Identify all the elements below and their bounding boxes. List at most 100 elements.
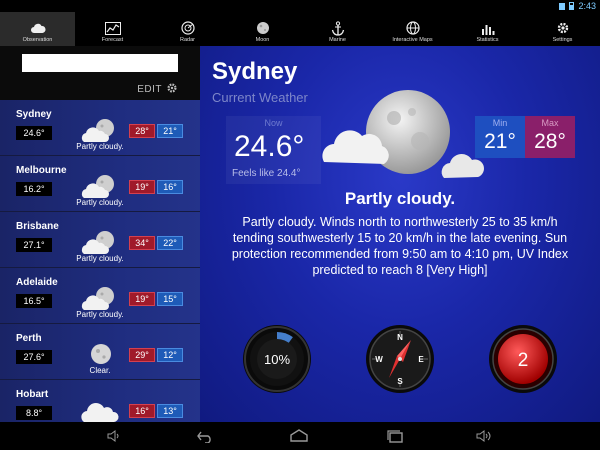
volume-down-button[interactable] <box>104 426 126 446</box>
partly-cloudy-icon <box>81 175 114 198</box>
city-max-temp: 34° <box>129 236 155 250</box>
city-item-melbourne[interactable]: Melbourne 16.2° Partly cloudy. 19° 16° <box>0 156 200 212</box>
city-list: Sydney 24.6° Partly cloudy. 28° 21° Melb… <box>0 100 200 422</box>
navigation-bar <box>0 422 600 450</box>
recent-apps-button[interactable] <box>384 426 406 446</box>
page-title: Sydney <box>212 58 298 85</box>
partly-cloudy-icon <box>81 287 114 310</box>
back-button[interactable] <box>194 426 216 446</box>
city-name: Adelaide <box>16 277 58 288</box>
max-label: Max <box>541 118 559 128</box>
percentage-gauge[interactable]: 10% <box>242 324 312 394</box>
min-temp: 21° <box>484 130 516 153</box>
city-sidebar: EDIT Sydney 24.6° Partly cloudy. 28° 21°… <box>0 46 200 422</box>
home-icon <box>290 429 308 442</box>
city-temp: 27.1° <box>16 238 52 252</box>
anchor-icon <box>330 20 346 36</box>
tab-label: Statistics <box>476 37 499 43</box>
compass-north: N <box>397 333 403 342</box>
cloud-icon <box>81 403 119 422</box>
max-temp-box: Max 28° <box>525 116 575 158</box>
edit-label: EDIT <box>137 84 162 95</box>
tab-forecast[interactable]: Forecast <box>75 12 150 46</box>
uv-index-gauge[interactable]: 2 <box>488 324 558 394</box>
compass-south: S <box>397 377 403 386</box>
city-temp: 8.8° <box>16 406 52 420</box>
radar-icon <box>180 21 196 35</box>
city-search-input[interactable] <box>22 54 178 72</box>
city-item-brisbane[interactable]: Brisbane 27.1° Partly cloudy. 34° 22° <box>0 212 200 268</box>
gear-icon <box>166 82 178 97</box>
tab-marine[interactable]: Marine <box>300 12 375 46</box>
now-temp: 24.6° <box>234 130 305 163</box>
speaker-icon <box>476 430 491 442</box>
tab-moon[interactable]: Moon <box>225 12 300 46</box>
wind-compass[interactable]: N E S W <box>365 324 435 394</box>
tab-label: Interactive Maps <box>392 37 433 43</box>
current-weather-panel: Sydney Current Weather Now 24.6° Feels l… <box>200 46 600 422</box>
city-max-temp: 29° <box>129 348 155 362</box>
tab-label: Moon <box>255 37 270 43</box>
city-min-temp: 22° <box>157 236 183 250</box>
city-item-perth[interactable]: Perth 27.6° Clear. 29° 12° <box>0 324 200 380</box>
now-label: Now <box>264 118 283 128</box>
clear-moon-icon <box>91 344 111 364</box>
city-min-temp: 12° <box>157 348 183 362</box>
tab-statistics[interactable]: Statistics <box>450 12 525 46</box>
city-temp: 16.2° <box>16 182 52 196</box>
city-condition: Partly cloudy. <box>76 142 124 151</box>
cloud-icon <box>30 21 46 35</box>
recent-apps-icon <box>387 430 403 443</box>
min-label: Min <box>492 118 508 128</box>
volume-up-button[interactable] <box>474 426 496 446</box>
uv-index-value: 2 <box>518 350 529 371</box>
max-temp: 28° <box>534 130 566 153</box>
partly-cloudy-icon <box>322 90 485 178</box>
forecast-text: Partly cloudy. Winds north to northweste… <box>231 215 569 277</box>
gear-icon <box>555 21 571 35</box>
partly-cloudy-icon <box>81 231 114 254</box>
min-temp-box: Min 21° <box>475 116 525 158</box>
home-button[interactable] <box>288 426 310 446</box>
city-name: Melbourne <box>16 165 67 176</box>
city-temp: 27.6° <box>16 350 52 364</box>
city-max-temp: 19° <box>129 292 155 306</box>
city-max-temp: 19° <box>129 180 155 194</box>
city-item-adelaide[interactable]: Adelaide 16.5° Partly cloudy. 19° 15° <box>0 268 200 324</box>
gauge-value: 10% <box>264 352 290 367</box>
chart-icon <box>104 21 121 35</box>
city-max-temp: 28° <box>129 124 155 138</box>
city-min-temp: 15° <box>157 292 183 306</box>
compass-east: E <box>418 355 424 364</box>
feels-like: Feels like 24.4° <box>232 168 301 179</box>
city-min-temp: 13° <box>157 404 183 418</box>
tab-settings[interactable]: Settings <box>525 12 600 46</box>
tab-radar[interactable]: Radar <box>150 12 225 46</box>
bars-icon <box>480 21 496 35</box>
city-item-hobart[interactable]: Hobart 8.8° 16° 13° <box>0 380 200 422</box>
status-time: 2:43 <box>578 1 596 11</box>
moon-icon <box>255 21 271 35</box>
city-name: Hobart <box>16 389 49 400</box>
speaker-icon <box>107 430 119 442</box>
city-name: Sydney <box>16 109 52 120</box>
city-max-temp: 16° <box>129 404 155 418</box>
tab-label: Marine <box>329 37 346 43</box>
compass-west: W <box>375 355 383 364</box>
battery-icon <box>569 2 575 10</box>
partly-cloudy-icon <box>81 119 114 142</box>
city-min-temp: 21° <box>157 124 183 138</box>
city-temp: 24.6° <box>16 126 52 140</box>
edit-button[interactable]: EDIT <box>137 82 178 97</box>
tab-label: Observation <box>22 37 53 43</box>
city-condition: Clear. <box>89 366 111 375</box>
tab-bar: Observation Forecast Radar Moon Marine I… <box>0 12 600 46</box>
city-item-sydney[interactable]: Sydney 24.6° Partly cloudy. 28° 21° <box>0 100 200 156</box>
city-min-temp: 16° <box>157 180 183 194</box>
tab-interactive-maps[interactable]: Interactive Maps <box>375 12 450 46</box>
globe-icon <box>405 21 421 35</box>
tab-observation[interactable]: Observation <box>0 12 75 46</box>
tab-label: Forecast <box>101 37 124 43</box>
tab-label: Radar <box>180 37 195 43</box>
city-condition: Partly cloudy. <box>76 254 124 263</box>
